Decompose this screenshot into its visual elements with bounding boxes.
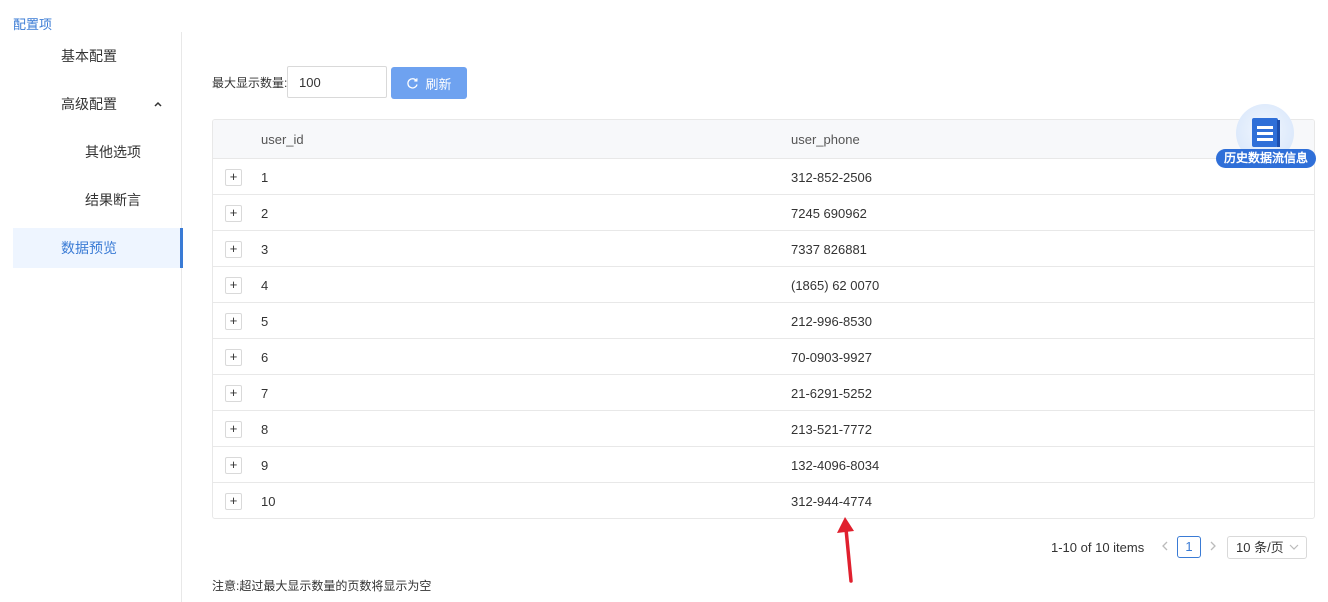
page-size-select[interactable]: 10 条/页 [1227, 536, 1307, 559]
breadcrumb: 配置项 [13, 17, 53, 32]
float-button-label: 历史数据流信息 [1216, 149, 1316, 168]
page-button-current[interactable]: 1 [1177, 536, 1201, 558]
cell-user-id: 3 [261, 242, 269, 257]
sidebar-item-basic-config[interactable]: 基本配置 [13, 36, 182, 76]
pagination-info: 1-10 of 10 items [1051, 540, 1145, 555]
cell-user-id: 10 [261, 494, 276, 509]
data-table: user_id user_phone +1 312-852-2506 +2 7245 … [212, 119, 1315, 519]
cell-user-phone: 212-996-8530 [791, 314, 872, 329]
refresh-icon [406, 77, 419, 90]
table-row: +4 (1865) 62 0070 [213, 267, 1314, 303]
expand-row-button[interactable]: + [225, 313, 242, 330]
cell-user-id: 6 [261, 350, 269, 365]
cell-user-phone: 213-521-7772 [791, 422, 872, 437]
sidebar-item-advanced-config[interactable]: 高级配置 [13, 84, 182, 124]
expand-row-button[interactable]: + [225, 241, 242, 258]
cell-user-id: 5 [261, 314, 269, 329]
expand-row-button[interactable]: + [225, 169, 242, 186]
page-size-value: 10 条/页 [1236, 540, 1284, 555]
refresh-button[interactable]: 刷新 [391, 67, 467, 99]
table-row: +1 312-852-2506 [213, 159, 1314, 195]
cell-user-phone: 70-0903-9927 [791, 350, 872, 365]
column-header-user-phone[interactable]: user_phone [791, 132, 860, 147]
table-row: +3 7337 826881 [213, 231, 1314, 267]
expand-row-button[interactable]: + [225, 385, 242, 402]
sidebar: 基本配置 高级配置 其他选项 结果断言 数据预览 [13, 32, 183, 602]
table-row: +8 213-521-7772 [213, 411, 1314, 447]
expand-row-button[interactable]: + [225, 421, 242, 438]
cell-user-id: 8 [261, 422, 269, 437]
cell-user-id: 4 [261, 278, 269, 293]
table-row: +10 312-944-4774 [213, 483, 1314, 518]
sidebar-item-label: 基本配置 [61, 48, 117, 64]
cell-user-phone: 312-852-2506 [791, 170, 872, 185]
cell-user-phone: 7245 690962 [791, 206, 867, 221]
cell-user-id: 2 [261, 206, 269, 221]
max-display-input[interactable] [287, 66, 387, 98]
note-text: 注意:超过最大显示数量的页数将显示为空 [212, 579, 432, 593]
sidebar-item-other-options[interactable]: 其他选项 [13, 132, 182, 172]
table-body: +1 312-852-2506 +2 7245 690962 +3 7337 826881… [213, 159, 1314, 518]
chevron-left-icon[interactable] [1160, 538, 1170, 557]
cell-user-phone: 312-944-4774 [791, 494, 872, 509]
cell-user-phone: 7337 826881 [791, 242, 867, 257]
cell-user-id: 9 [261, 458, 269, 473]
sidebar-item-data-preview[interactable]: 数据预览 [13, 228, 183, 268]
document-icon [1250, 116, 1282, 150]
table-row: +2 7245 690962 [213, 195, 1314, 231]
table-row: +9 132-4096-8034 [213, 447, 1314, 483]
expand-row-button[interactable]: + [225, 277, 242, 294]
cell-user-phone: 21-6291-5252 [791, 386, 872, 401]
expand-row-button[interactable]: + [225, 205, 242, 222]
table-row: +5 212-996-8530 [213, 303, 1314, 339]
table-row: +7 21-6291-5252 [213, 375, 1314, 411]
sidebar-item-label: 高级配置 [61, 96, 117, 112]
column-header-user-id[interactable]: user_id [261, 132, 304, 147]
expand-row-button[interactable]: + [225, 457, 242, 474]
chevron-right-icon[interactable] [1208, 538, 1218, 557]
cell-user-phone: 132-4096-8034 [791, 458, 880, 473]
annotation-arrow [837, 517, 854, 583]
table-row: +6 70-0903-9927 [213, 339, 1314, 375]
refresh-label: 刷新 [425, 76, 452, 92]
expand-row-button[interactable]: + [225, 349, 242, 366]
sidebar-item-label: 数据预览 [61, 240, 117, 256]
cell-user-id: 7 [261, 386, 269, 401]
max-display-label: 最大显示数量: [212, 76, 288, 90]
expand-row-button[interactable]: + [225, 493, 242, 510]
sidebar-item-label: 结果断言 [85, 192, 141, 208]
chevron-down-icon [1289, 537, 1299, 566]
sidebar-item-label: 其他选项 [85, 144, 141, 160]
cell-user-id: 1 [261, 170, 269, 185]
history-dataflow-button[interactable]: 历史数据流信息 [1216, 104, 1316, 170]
cell-user-phone: (1865) 62 0070 [791, 278, 880, 293]
table-header: user_id user_phone [213, 120, 1314, 159]
sidebar-item-result-assertion[interactable]: 结果断言 [13, 180, 182, 220]
